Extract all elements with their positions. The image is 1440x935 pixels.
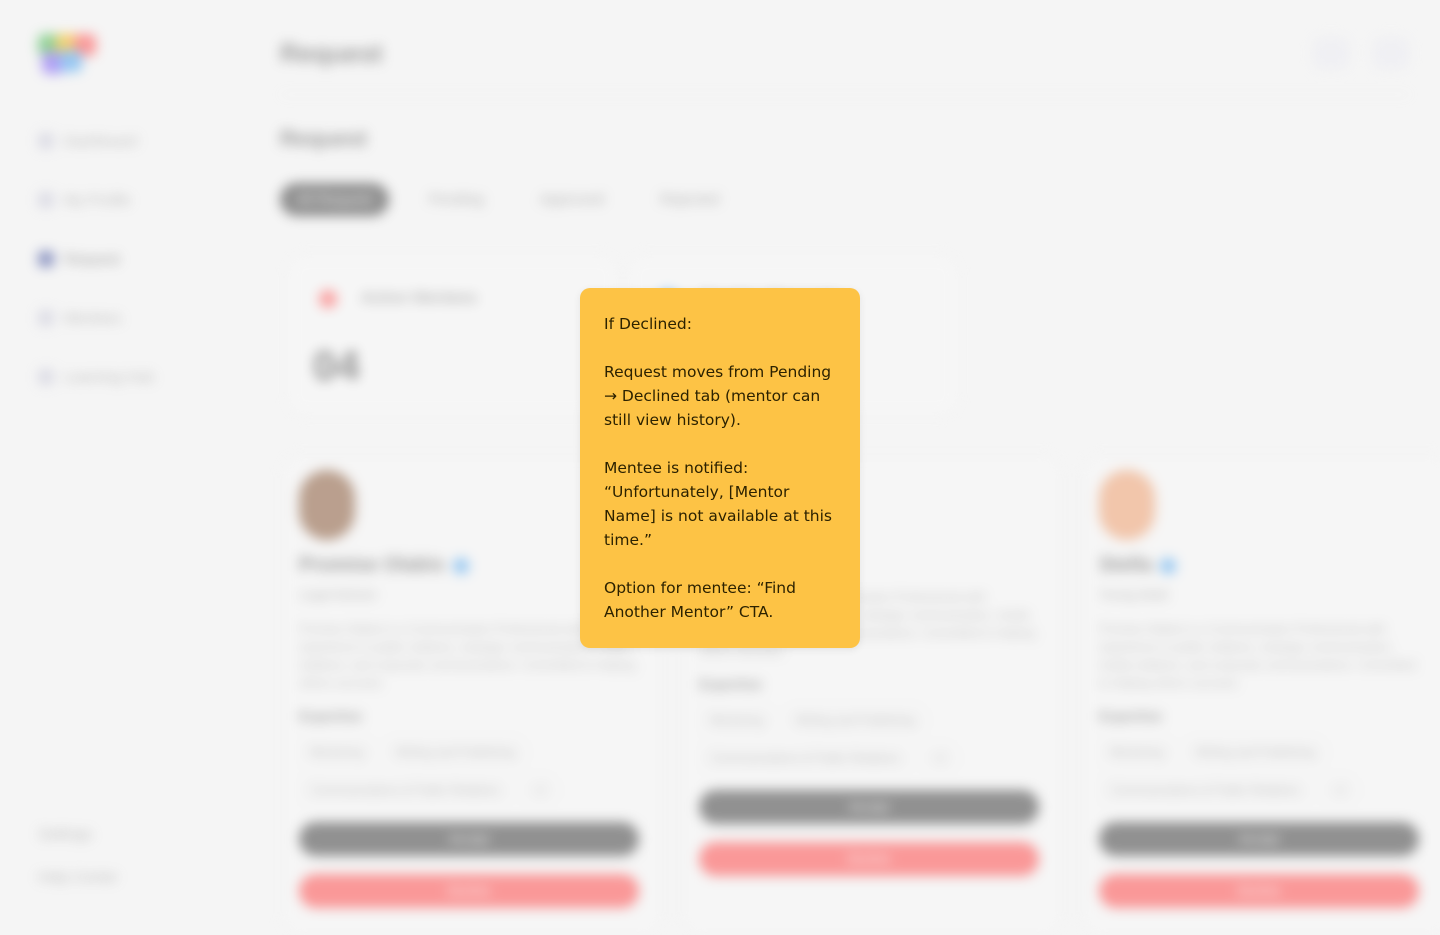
section-title: Request [280, 126, 367, 151]
tab-all-request[interactable]: All Request [280, 183, 389, 216]
tab-approved[interactable]: Approved [524, 183, 620, 216]
sidebar-item-label: Dashboard [64, 132, 138, 150]
verified-icon [1160, 557, 1177, 574]
expertise-chip: Mentoring [699, 706, 775, 734]
note-paragraph: Mentee is notified: “Unfortunately, [Men… [604, 459, 832, 549]
sidebar-item-mentees[interactable]: Mentees [38, 305, 238, 331]
expertise-chip: Writing and Publishing [384, 738, 526, 766]
expertise-chip: Communications & Public Relations [699, 744, 912, 772]
note-paragraph: Option for mentee: “Find Another Mentor”… [604, 579, 796, 621]
note-paragraph: Request moves from Pending → Declined ta… [604, 363, 832, 429]
app-logo [38, 34, 102, 78]
expertise-label: Expertise [1099, 708, 1163, 724]
page-title: Request [280, 38, 383, 68]
expertise-chip: Writing and Publishing [1184, 738, 1326, 766]
sidebar-item-dashboard[interactable]: Dashboard [38, 128, 238, 154]
mentor-card: Stella Young Adult Promise Olabisi is a … [1082, 455, 1440, 935]
learning-hub-icon [38, 369, 54, 385]
tab-rejected[interactable]: Rejected [644, 183, 735, 216]
note-heading: If Declined: [604, 315, 692, 333]
expertise-chip: +2 [521, 776, 557, 804]
decline-button[interactable]: Decline [1099, 874, 1419, 908]
sidebar-item-learning-hub[interactable]: Learning Hub [38, 364, 238, 390]
profile-icon [38, 192, 54, 208]
request-tabs: All Request Pending Approved Rejected [280, 183, 735, 216]
mentor-name: Stella [1099, 554, 1153, 576]
mentor-role: Young Adult [1099, 587, 1168, 602]
sidebar-item-label: Mentees [64, 309, 122, 327]
decline-button[interactable]: Decline [299, 874, 639, 908]
accept-button[interactable]: Accept [299, 822, 639, 856]
dashboard-icon [38, 133, 54, 149]
expertise-chip: Writing and Publishing [784, 706, 926, 734]
expertise-chip: +2 [921, 744, 957, 772]
sidebar-item-request[interactable]: Request [38, 246, 238, 272]
sidebar-item-label: My Profile [64, 191, 131, 209]
avatar [299, 470, 355, 540]
mentor-name: Promise Olabis [299, 554, 445, 576]
expertise-chips: Mentoring Writing and Publishing Communi… [1099, 738, 1424, 804]
accept-button[interactable]: Accept [699, 790, 1039, 824]
notification-icon[interactable] [1312, 36, 1350, 70]
mentor-name-row: Stella [1099, 554, 1424, 577]
expertise-label: Expertise [699, 676, 763, 692]
expertise-chips: Mentoring Writing and Publishing Communi… [699, 706, 1045, 772]
sidebar-item-profile[interactable]: My Profile [38, 187, 238, 213]
expertise-chip: Communications & Public Relations [1099, 776, 1312, 804]
sidebar: Dashboard My Profile Request Mentees Lea… [38, 128, 238, 423]
stat-value: 04 [313, 342, 360, 389]
status-dot-icon [319, 290, 337, 308]
expertise-chip: Mentoring [299, 738, 375, 766]
annotation-sticky-note: If Declined: Request moves from Pending … [580, 288, 860, 648]
sidebar-item-help-center[interactable]: Help Center [38, 869, 118, 886]
expertise-chip: Mentoring [1099, 738, 1175, 766]
sidebar-item-label: Request [64, 250, 120, 268]
expertise-label: Expertise [299, 708, 363, 724]
sidebar-bottom: Settings Help Center [38, 826, 118, 912]
expertise-chip: Communications & Public Relations [299, 776, 512, 804]
top-actions [1312, 36, 1410, 70]
sidebar-item-settings[interactable]: Settings [38, 826, 118, 843]
verified-icon [452, 557, 469, 574]
tab-pending[interactable]: Pending [413, 183, 500, 216]
request-icon [38, 251, 54, 267]
avatar[interactable] [1372, 36, 1410, 70]
mentor-bio: Promise Olabisi is a Communication Profe… [1099, 622, 1416, 690]
accept-button[interactable]: Accept [1099, 822, 1419, 856]
expertise-chips: Mentoring Writing and Publishing Communi… [299, 738, 645, 804]
sidebar-item-label: Learning Hub [64, 368, 155, 386]
expertise-chip: +2 [1321, 776, 1357, 804]
stat-label: Active Mentees [361, 288, 478, 307]
mentees-icon [38, 310, 54, 326]
avatar [1099, 470, 1155, 540]
stat-card-active-mentees: Active Mentees 04 [288, 255, 618, 415]
decline-button[interactable]: Decline [699, 842, 1039, 876]
header-divider [280, 94, 1410, 95]
